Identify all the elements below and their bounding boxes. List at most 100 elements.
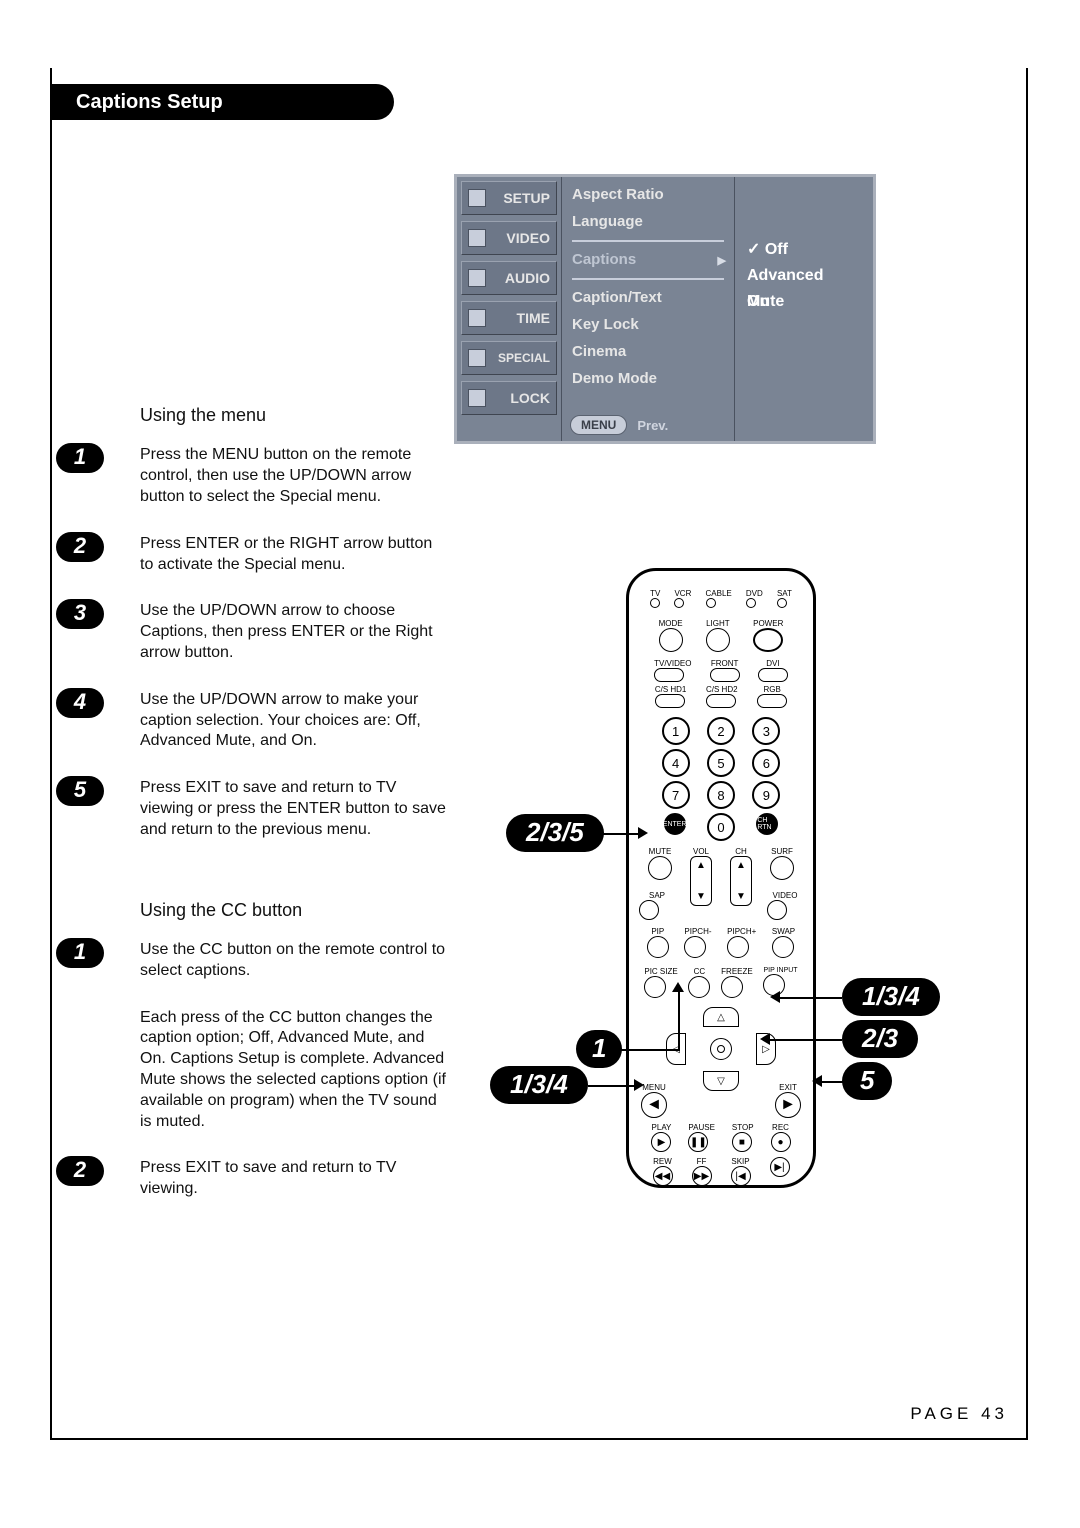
btn-label: TV/VIDEO: [654, 659, 691, 668]
btn-label: CH: [730, 847, 752, 856]
cshd1-button[interactable]: C/S HD1: [655, 685, 687, 708]
rec-button[interactable]: REC●: [771, 1123, 791, 1152]
dvi-button[interactable]: DVI: [758, 659, 788, 682]
chrtn-button[interactable]: CH RTN: [756, 813, 778, 835]
video-button[interactable]: VIDEO: [767, 891, 803, 920]
rec-icon: ●: [771, 1132, 791, 1152]
step-badge: 2: [56, 532, 104, 562]
osd-option-adv: Advanced Mute: [747, 263, 861, 289]
osd-tab-label: SPECIAL: [498, 351, 550, 365]
step-2: 2 Press ENTER or the RIGHT arrow button …: [140, 534, 446, 576]
step-badge: 2: [56, 1156, 104, 1186]
stop-button[interactable]: STOP■: [732, 1123, 754, 1152]
led-label: VCR: [674, 589, 691, 598]
step-text: Press ENTER or the RIGHT arrow button to…: [140, 534, 446, 576]
play-button[interactable]: PLAY▶: [651, 1123, 671, 1152]
led-label: SAT: [777, 589, 792, 598]
swap-button[interactable]: SWAP: [772, 927, 795, 958]
instructions-column: Using the menu 1 Press the MENU button o…: [140, 404, 446, 1226]
dpad-center[interactable]: [710, 1038, 732, 1060]
num-1[interactable]: 1: [662, 717, 690, 745]
osd-menu: SETUP VIDEO AUDIO TIME SPECIAL LOCK Aspe…: [454, 174, 876, 444]
num-5[interactable]: 5: [707, 749, 735, 777]
page-border: [50, 68, 52, 1440]
circle-button-icon: [648, 856, 672, 880]
callout-23: 2/3: [842, 1020, 918, 1058]
skipf-button[interactable]: ▶|: [770, 1157, 790, 1186]
pill-icon: [655, 694, 685, 708]
num-2[interactable]: 2: [707, 717, 735, 745]
num-8[interactable]: 8: [707, 781, 735, 809]
ff-button[interactable]: FF▶▶: [692, 1157, 712, 1186]
osd-tab-label: LOCK: [510, 390, 550, 406]
btn-label: C/S HD2: [706, 685, 738, 694]
num-6[interactable]: 6: [752, 749, 780, 777]
osd-item: Aspect Ratio: [572, 185, 724, 205]
remote-row-pip: PIP PIPCH- PIPCH+ SWAP: [629, 927, 813, 958]
btn-label: MENU: [641, 1083, 667, 1092]
exit-button[interactable]: EXIT ►: [775, 1083, 801, 1118]
sap-button[interactable]: SAP: [639, 891, 675, 920]
step-text: Press EXIT to save and return to TV view…: [140, 1158, 446, 1200]
rew-icon: ◀◀: [653, 1166, 673, 1186]
btn-label: PIC SIZE: [644, 967, 677, 976]
circle-button-icon: [772, 936, 794, 958]
pipchp-button[interactable]: PIPCH+: [727, 927, 756, 958]
page-number: PAGE 43: [910, 1404, 1008, 1424]
light-button[interactable]: LIGHT: [706, 619, 730, 652]
mode-button[interactable]: MODE: [659, 619, 683, 652]
freeze-button[interactable]: FREEZE: [721, 967, 753, 998]
cc-button[interactable]: CC: [688, 967, 710, 998]
step-badge: 1: [56, 938, 104, 968]
step2-1: 1 Use the CC button on the remote contro…: [140, 940, 446, 982]
osd-divider: [572, 278, 724, 280]
circle-button-icon: [706, 628, 730, 652]
section2-heading: Using the CC button: [140, 899, 446, 922]
osd-options: Off Advanced Mute On: [735, 177, 873, 441]
num-9[interactable]: 9: [752, 781, 780, 809]
enter-button[interactable]: ENTER: [664, 813, 686, 835]
numpad-row: ENTER 0 CH RTN: [629, 813, 813, 841]
pipchm-button[interactable]: PIPCH-: [684, 927, 711, 958]
power-button[interactable]: POWER: [753, 619, 783, 652]
led-icon: [650, 598, 660, 608]
rgb-button[interactable]: RGB: [757, 685, 787, 708]
tvvideo-button[interactable]: TV/VIDEO: [654, 659, 691, 682]
page-title: Captions Setup: [50, 84, 394, 120]
num-3[interactable]: 3: [752, 717, 780, 745]
pipinput-button[interactable]: PIP INPUT: [763, 967, 797, 998]
num-7[interactable]: 7: [662, 781, 690, 809]
osd-item-selected: Captions: [572, 250, 724, 270]
osd-item: Language: [572, 212, 724, 232]
pause-icon: ❚❚: [688, 1132, 708, 1152]
step-5: 5 Press EXIT to save and return to TV vi…: [140, 778, 446, 840]
dpad-up[interactable]: △: [703, 1007, 739, 1027]
btn-label: PLAY: [651, 1123, 671, 1132]
circle-button-icon: [684, 936, 706, 958]
btn-label: VIDEO: [767, 891, 803, 900]
dpad: △ ▽ ◁ ▷: [666, 1007, 776, 1091]
step-badge: 1: [56, 443, 104, 473]
menu-button[interactable]: MENU ◄: [641, 1083, 667, 1118]
video-icon: [468, 229, 486, 247]
rew-button[interactable]: REW◀◀: [653, 1157, 673, 1186]
circle-button-icon: [644, 976, 666, 998]
led-icon: [674, 598, 684, 608]
page-border: [50, 1438, 1028, 1440]
cshd2-button[interactable]: C/S HD2: [706, 685, 738, 708]
pause-button[interactable]: PAUSE❚❚: [688, 1123, 715, 1152]
osd-menu-items: Aspect Ratio Language Captions Caption/T…: [561, 177, 735, 441]
num-0[interactable]: 0: [707, 813, 735, 841]
osd-tab-label: SETUP: [503, 190, 550, 206]
skipb-button[interactable]: SKIP|◀: [731, 1157, 751, 1186]
num-4[interactable]: 4: [662, 749, 690, 777]
dpad-down[interactable]: ▽: [703, 1071, 739, 1091]
step-text: Use the CC button on the remote control …: [140, 940, 446, 982]
pip-button[interactable]: PIP: [647, 927, 669, 958]
led-tv: TV: [650, 589, 660, 608]
front-button[interactable]: FRONT: [710, 659, 740, 682]
led-label: DVD: [746, 589, 763, 598]
led-vcr: VCR: [674, 589, 691, 608]
step-4: 4 Use the UP/DOWN arrow to make your cap…: [140, 690, 446, 752]
btn-label: DVI: [758, 659, 788, 668]
